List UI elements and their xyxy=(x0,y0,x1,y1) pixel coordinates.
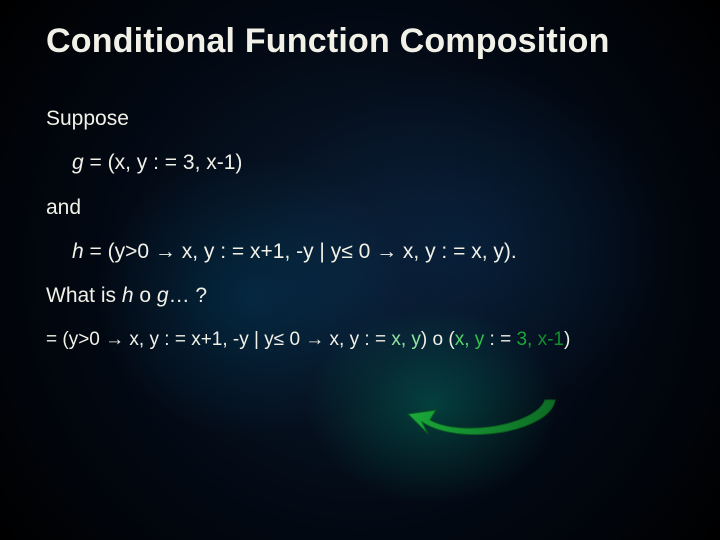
slide: Conditional Function Composition Suppose… xyxy=(0,0,720,540)
final-xy2: x, xyxy=(455,329,475,350)
q-h: h xyxy=(122,284,134,307)
final-3: 3, xyxy=(516,329,537,350)
q-end: … ? xyxy=(169,284,208,307)
var-h: h xyxy=(72,240,84,263)
q-prefix: What is xyxy=(46,284,122,307)
text-composition-result: = (y>0 → x, y : = x+1, -y | y≤ 0 → x, y … xyxy=(46,327,680,353)
slide-title: Conditional Function Composition xyxy=(0,22,720,61)
text-question: What is h o g… ? xyxy=(46,282,680,310)
final-assign: : = xyxy=(484,329,516,350)
curved-arrow-icon xyxy=(400,392,570,452)
final-close: ) xyxy=(564,329,570,350)
final-xm1: x-1 xyxy=(538,329,564,350)
slide-body: Suppose g = (x, y : = 3, x-1) and h = (y… xyxy=(46,105,680,368)
final-eq: = (y>0 → x, y : = x+1, -y | y≤ 0 → x, y … xyxy=(46,329,391,350)
g-rest: = (x, y : = 3, x-1) xyxy=(84,151,243,174)
text-h-definition: h = (y>0 → x, y : = x+1, -y | y≤ 0 → x, … xyxy=(46,238,680,266)
text-g-definition: g = (x, y : = 3, x-1) xyxy=(46,149,680,177)
final-xy: x, y xyxy=(391,329,421,350)
final-paren-o: ) o ( xyxy=(421,329,455,350)
h-rest: = (y>0 → x, y : = x+1, -y | y≤ 0 → x, y … xyxy=(84,240,517,263)
text-and: and xyxy=(46,194,680,222)
text-suppose: Suppose xyxy=(46,105,680,133)
var-g: g xyxy=(72,151,84,174)
q-mid: o xyxy=(134,284,157,307)
final-y: y xyxy=(475,329,485,350)
q-g: g xyxy=(157,284,169,307)
